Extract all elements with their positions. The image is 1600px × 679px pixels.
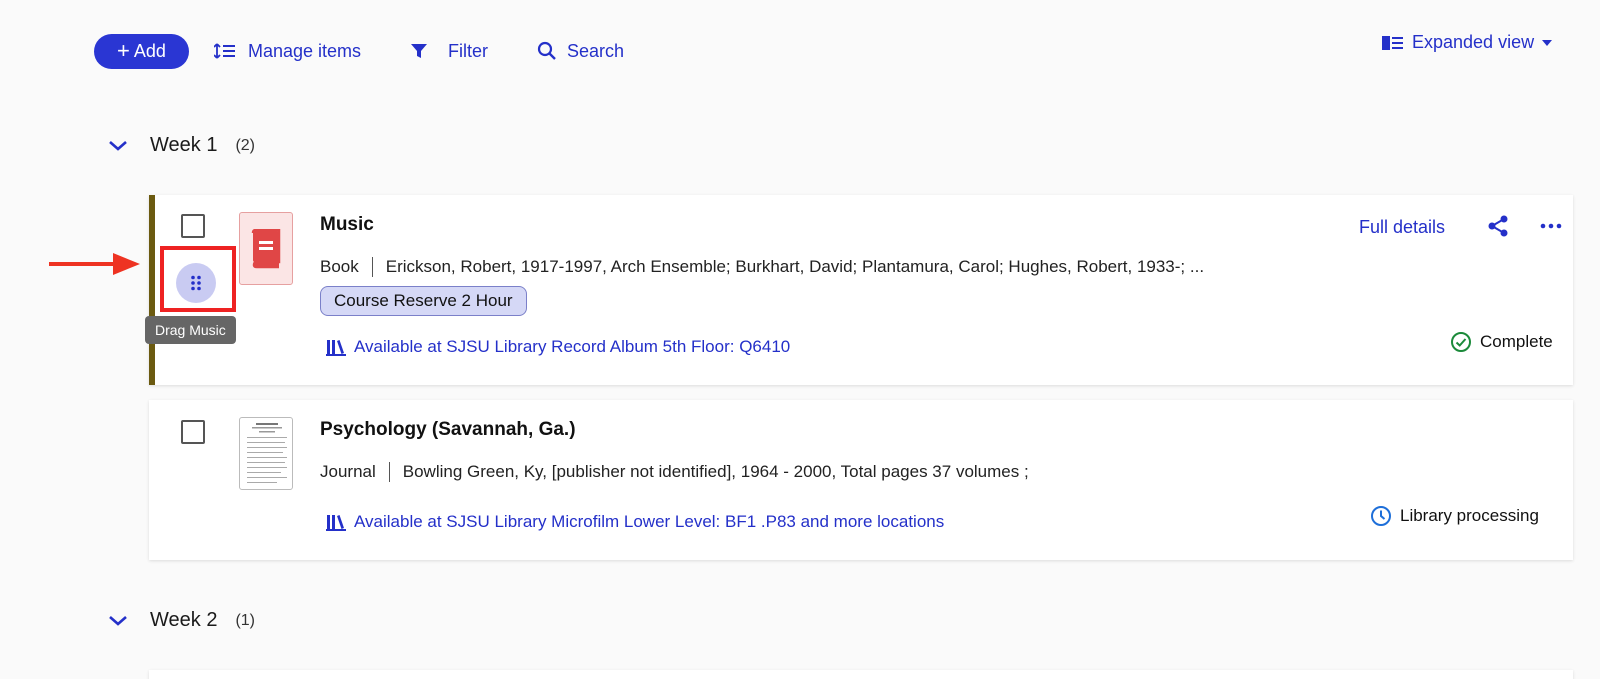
status-complete: Complete — [1450, 331, 1553, 353]
item-meta: Book Erickson, Robert, 1917-1997, Arch E… — [320, 257, 1204, 277]
list-item — [149, 670, 1573, 679]
arrow-annotation-icon — [49, 253, 140, 275]
list-view-icon — [1382, 35, 1403, 50]
item-title[interactable]: Psychology (Savannah, Ga.) — [320, 419, 576, 441]
drag-handle[interactable] — [176, 263, 216, 303]
full-details-link[interactable]: Full details — [1359, 217, 1445, 238]
view-mode-dropdown[interactable]: Expanded view — [1382, 32, 1553, 53]
book-thumbnail — [239, 212, 293, 285]
filter-icon — [411, 44, 427, 58]
share-icon[interactable] — [1487, 215, 1509, 237]
chevron-down-icon — [109, 615, 127, 626]
section-title: Week 1 — [150, 134, 218, 156]
section-count: (2) — [235, 136, 256, 154]
book-icon — [251, 228, 281, 268]
manage-items-button[interactable]: Manage items — [214, 38, 361, 64]
library-books-icon — [326, 515, 346, 531]
divider — [371, 257, 373, 277]
item-details: Bowling Green, Ky, [publisher not identi… — [402, 462, 1029, 481]
availability-link[interactable]: Available at SJSU Library Microfilm Lowe… — [326, 512, 944, 532]
filter-button[interactable]: Filter — [410, 38, 488, 64]
add-button[interactable]: + Add — [94, 34, 189, 69]
chevron-down-icon — [109, 140, 127, 151]
week-2-header[interactable]: Week 2 (1) — [100, 609, 255, 632]
caret-down-icon — [1542, 39, 1553, 46]
section-count: (1) — [235, 611, 256, 629]
availability-link[interactable]: Available at SJSU Library Record Album 5… — [326, 337, 790, 357]
item-checkbox[interactable] — [181, 420, 205, 444]
check-circle-icon — [1451, 332, 1471, 352]
drag-tooltip: Drag Music — [145, 316, 236, 344]
library-books-icon — [326, 340, 346, 356]
week-1-header[interactable]: Week 1 (2) — [100, 134, 255, 157]
drag-dots-icon — [191, 275, 201, 291]
divider — [388, 462, 390, 482]
course-reserve-badge: Course Reserve 2 Hour — [320, 286, 527, 316]
item-type: Book — [320, 257, 359, 276]
item-type: Journal — [320, 462, 376, 481]
plus-icon: + — [117, 37, 130, 63]
journal-cover-thumbnail — [239, 417, 293, 490]
clock-icon — [1371, 506, 1391, 526]
section-title: Week 2 — [150, 609, 218, 631]
search-button[interactable]: Search — [537, 38, 624, 64]
sort-list-icon — [214, 43, 235, 59]
more-options-icon[interactable] — [1540, 221, 1562, 231]
item-title[interactable]: Music — [320, 214, 374, 236]
item-meta: Journal Bowling Green, Ky, [publisher no… — [320, 462, 1029, 482]
item-details: Erickson, Robert, 1917-1997, Arch Ensemb… — [385, 257, 1205, 276]
item-checkbox[interactable] — [181, 214, 205, 238]
document-page-icon — [247, 423, 287, 483]
status-library-processing: Library processing — [1370, 505, 1539, 527]
search-icon — [537, 41, 556, 60]
